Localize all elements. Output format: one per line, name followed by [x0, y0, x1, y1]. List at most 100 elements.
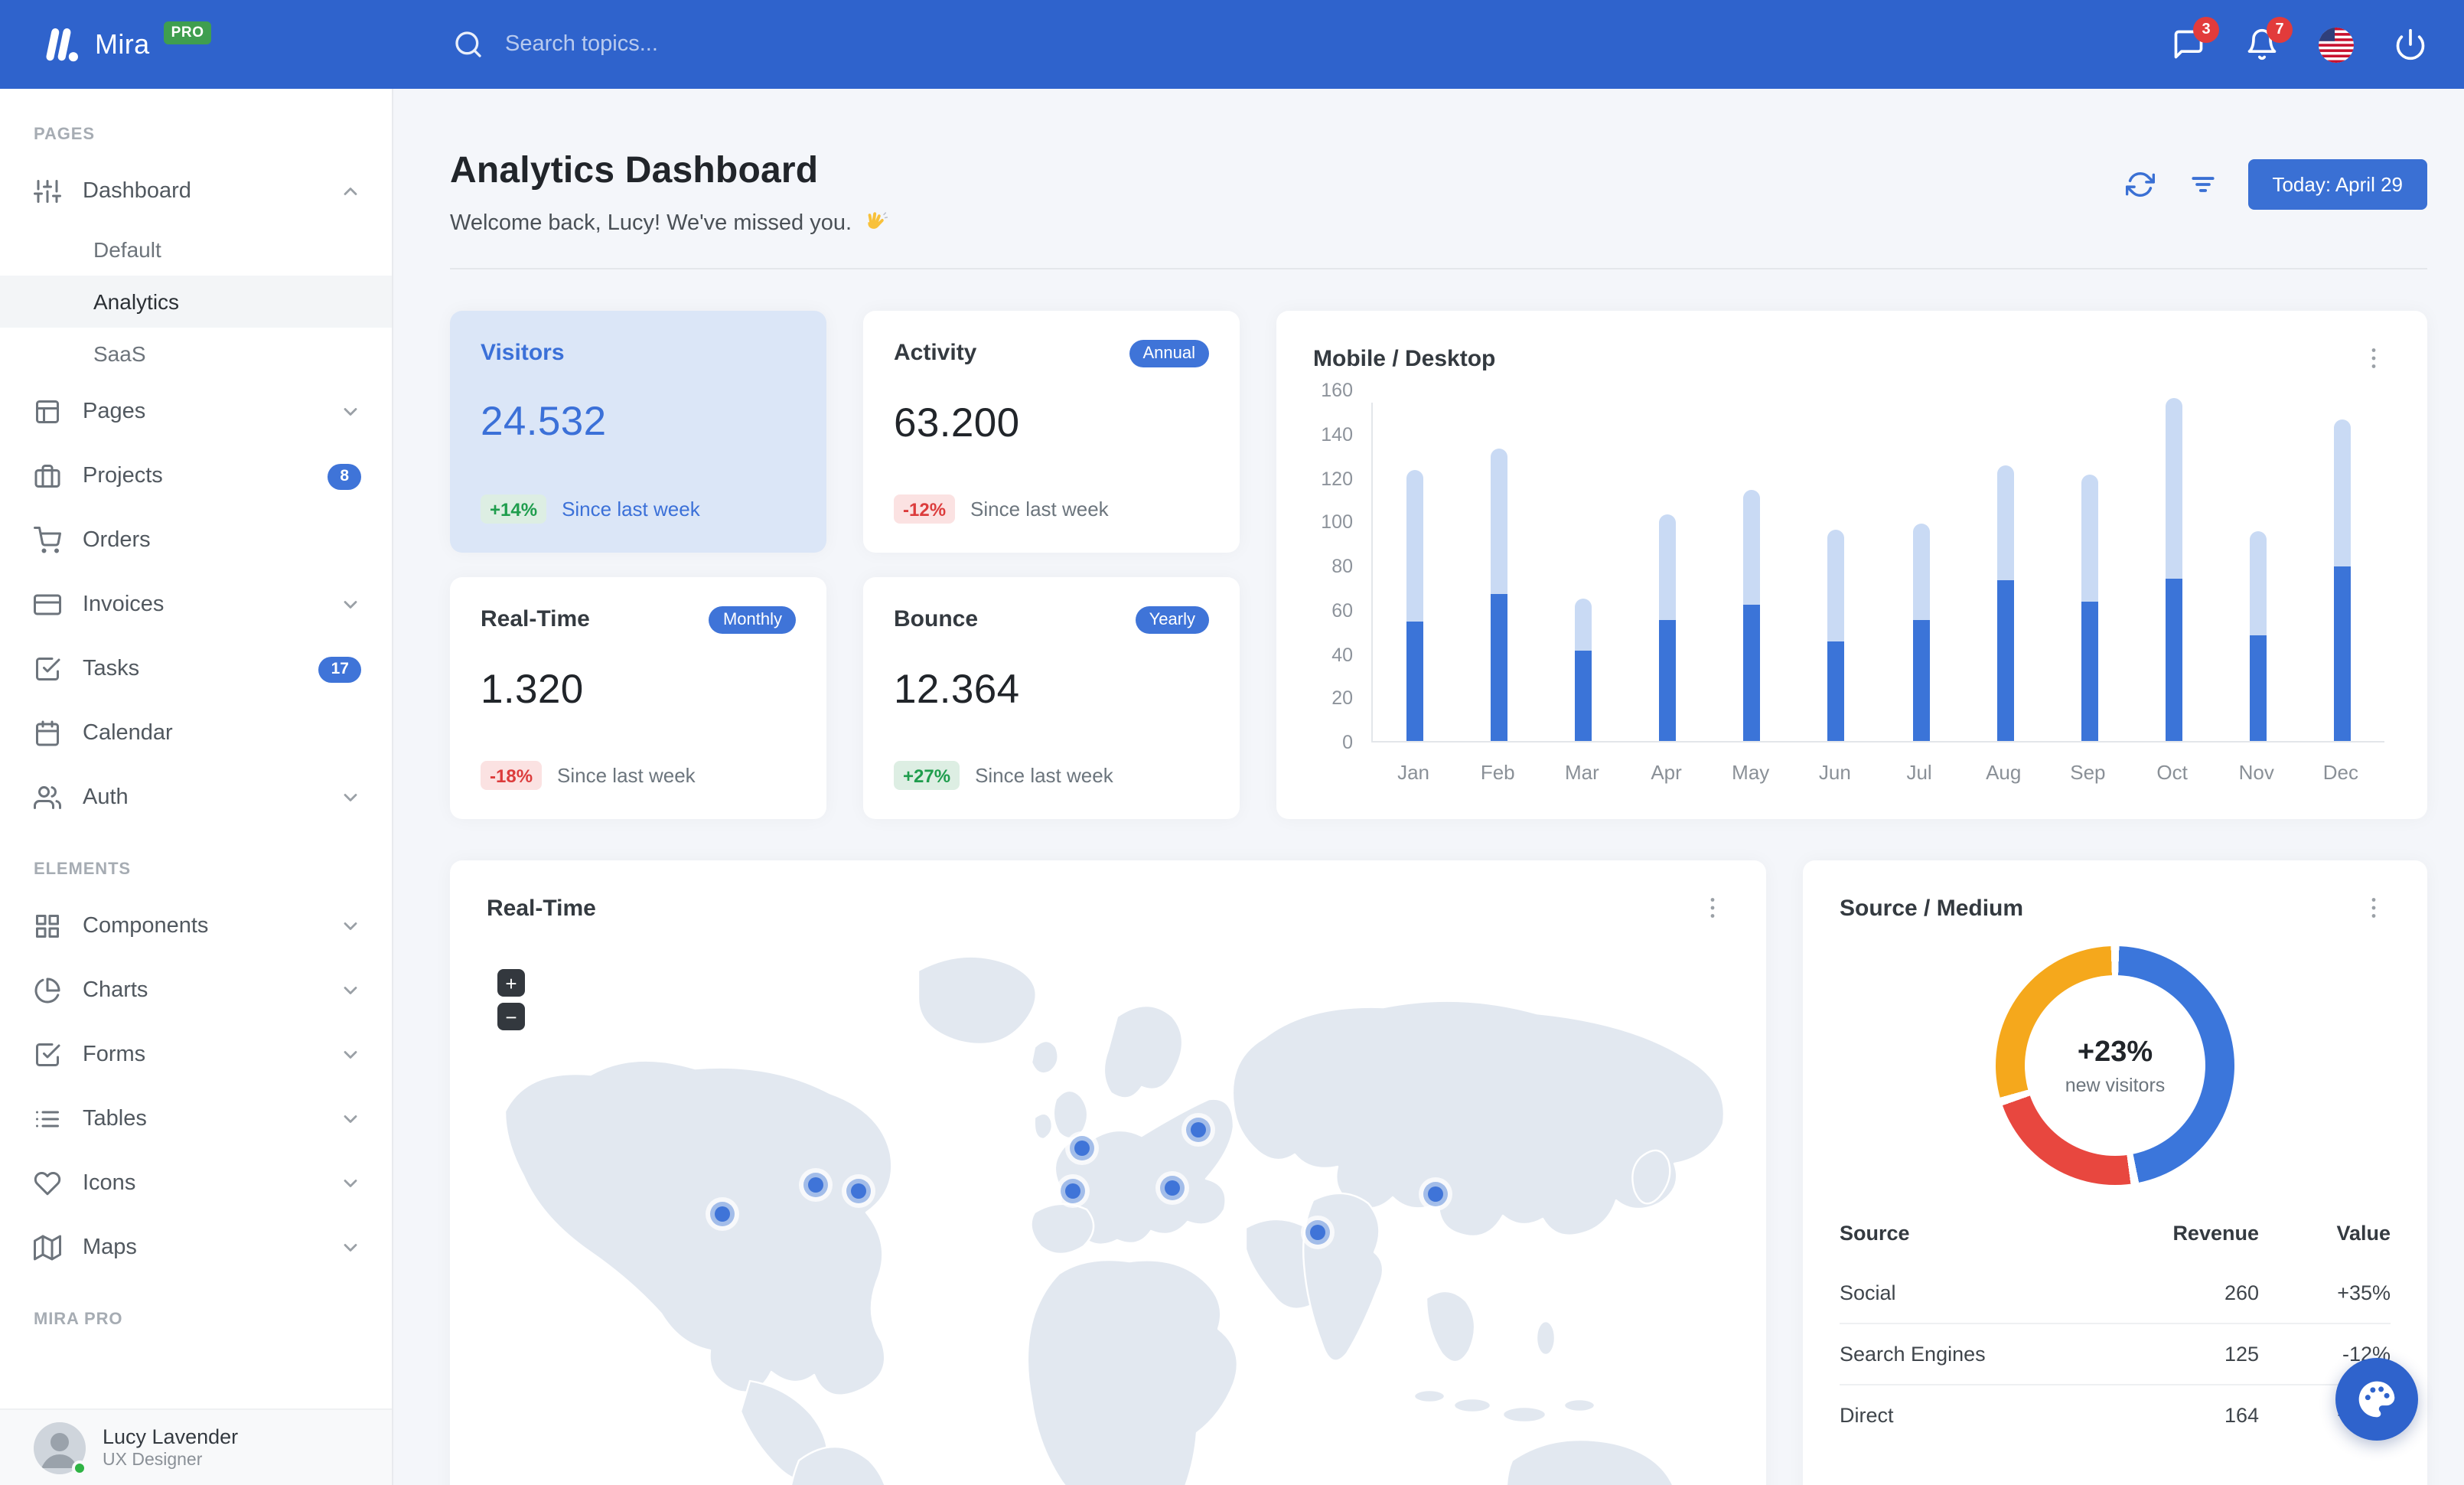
- sidebar-subitem-default[interactable]: Default: [0, 224, 392, 276]
- x-axis-tick-label: Oct: [2156, 761, 2188, 784]
- chevron-down-icon: [344, 408, 357, 416]
- visitors-stat-card: Visitors 24.532 +14% Since last week: [450, 311, 826, 553]
- visitor-map-marker: [1419, 1177, 1453, 1211]
- sidebar-item-forms[interactable]: Forms: [0, 1023, 392, 1087]
- chevron-down-icon: [344, 601, 357, 609]
- sidebar-item-maps[interactable]: Maps: [0, 1216, 392, 1280]
- card-title: Real-Time: [487, 895, 596, 921]
- notifications-button[interactable]: 7: [2245, 17, 2293, 61]
- stat-caption: Since last week: [562, 498, 700, 521]
- chevron-up-icon: [344, 188, 357, 195]
- welcome-message: Welcome back, Lucy! We've missed you.: [450, 210, 888, 236]
- source-medium-card: Source / Medium +23% new visitors Source…: [1803, 860, 2427, 1485]
- bounce-stat-card: Bounce Yearly 12.364 +27% Since last week: [863, 577, 1240, 819]
- theme-settings-fab[interactable]: [2335, 1358, 2418, 1441]
- refresh-button[interactable]: [2122, 167, 2157, 202]
- sidebar-item-projects[interactable]: Projects 8: [0, 444, 392, 508]
- visitor-map-marker: [799, 1167, 833, 1202]
- table-row: Search Engines 125 -12%: [1840, 1323, 2391, 1385]
- stat-period-badge[interactable]: Monthly: [709, 606, 796, 634]
- sign-out-button[interactable]: [2394, 28, 2427, 61]
- card-menu-button[interactable]: [2357, 341, 2391, 375]
- chevron-down-icon: [344, 1051, 357, 1059]
- stat-value: 12.364: [894, 666, 1020, 712]
- credit-card-icon: [34, 594, 61, 615]
- sidebar-subitem-analytics[interactable]: Analytics: [0, 276, 392, 328]
- filter-icon: [2191, 177, 2215, 192]
- stats-grid: Visitors 24.532 +14% Since last week Activit…: [450, 311, 1240, 819]
- messages-button[interactable]: 3: [2172, 17, 2219, 61]
- y-axis-tick-label: 60: [1331, 599, 1353, 622]
- y-axis-tick-label: 160: [1321, 380, 1353, 401]
- sidebar-item-pages[interactable]: Pages: [0, 380, 392, 444]
- sidebar-item-label: Components: [83, 914, 209, 938]
- filter-button[interactable]: [2185, 167, 2220, 202]
- sidebar-section-label: PAGES: [34, 126, 95, 144]
- sidebar-item-calendar[interactable]: Calendar: [0, 701, 392, 765]
- revenue-cell: 260: [2224, 1281, 2259, 1304]
- language-button[interactable]: [2319, 27, 2354, 62]
- stat-value: 1.320: [481, 666, 584, 712]
- grid-icon: [36, 915, 59, 938]
- sidebar-item-charts[interactable]: Charts: [0, 958, 392, 1023]
- map-zoom-in-button[interactable]: +: [497, 969, 525, 997]
- y-axis-tick-label: 20: [1331, 687, 1353, 710]
- sidebar-subitem-saas[interactable]: SaaS: [0, 328, 392, 380]
- bar-jun: [1827, 530, 1845, 741]
- y-axis-tick-label: 80: [1331, 556, 1353, 577]
- sidebar-item-label: Charts: [83, 978, 148, 1003]
- stat-value: 24.532: [481, 398, 607, 444]
- stat-delta-chip: -18%: [481, 761, 543, 790]
- y-axis-tick-label: 40: [1331, 644, 1353, 665]
- brand[interactable]: Mira PRO: [0, 21, 393, 65]
- stat-caption: Since last week: [975, 764, 1113, 787]
- sidebar-item-label: Icons: [83, 1171, 136, 1196]
- power-icon: [2394, 28, 2427, 61]
- sidebar-item-icons[interactable]: Icons: [0, 1151, 392, 1216]
- bar-jan: [1406, 470, 1424, 741]
- sidebar-item-label: Calendar: [83, 721, 173, 746]
- card-menu-button[interactable]: [1696, 891, 1729, 925]
- x-axis-tick-label: Mar: [1565, 761, 1599, 784]
- x-axis-tick-label: Aug: [1986, 761, 2022, 784]
- sidebar: PAGES Dashboard Default Analytics SaaS Pages P…: [0, 89, 393, 1485]
- list-icon: [36, 1111, 59, 1128]
- stat-value: 63.200: [894, 400, 1020, 445]
- sidebar-item-label: Dashboard: [83, 179, 191, 204]
- messages-badge: 3: [2193, 17, 2219, 43]
- bar-apr: [1659, 514, 1677, 741]
- sidebar-item-tasks[interactable]: Tasks 17: [0, 637, 392, 701]
- sidebar-user[interactable]: Lucy Lavender UX Designer: [0, 1408, 392, 1485]
- stat-title: Visitors: [481, 340, 565, 366]
- pie-chart-icon: [34, 977, 60, 1004]
- map-zoom-out-button[interactable]: −: [497, 1003, 525, 1030]
- map-icon: [34, 1235, 61, 1261]
- card-title: Source / Medium: [1840, 895, 2024, 921]
- column-header: Source: [1840, 1222, 1910, 1245]
- sidebar-item-invoices[interactable]: Invoices: [0, 573, 392, 637]
- check-square-icon: [36, 1043, 60, 1066]
- cart-icon: [34, 527, 61, 553]
- sidebar-item-components[interactable]: Components: [0, 894, 392, 958]
- stat-period-badge[interactable]: Annual: [1129, 340, 1209, 367]
- realtime-map-card: Real-Time + −: [450, 860, 1766, 1485]
- y-axis-tick-label: 100: [1321, 511, 1353, 534]
- sidebar-item-dashboard[interactable]: Dashboard: [0, 159, 392, 224]
- search-input[interactable]: [502, 31, 869, 58]
- chevron-down-icon: [344, 1244, 357, 1252]
- card-menu-button[interactable]: [2357, 891, 2391, 925]
- sidebar-item-auth[interactable]: Auth: [0, 765, 392, 830]
- today-button[interactable]: Today: April 29: [2247, 159, 2427, 210]
- revenue-cell: 164: [2112, 1384, 2259, 1445]
- stat-period-badge[interactable]: Yearly: [1135, 606, 1209, 634]
- briefcase-icon: [34, 465, 60, 488]
- sidebar-item-tables[interactable]: Tables: [0, 1087, 392, 1151]
- x-axis-tick-label: Apr: [1651, 761, 1682, 784]
- sidebar-item-orders[interactable]: Orders: [0, 508, 392, 573]
- chevron-down-icon: [344, 987, 357, 994]
- sidebar-item-label: Auth: [83, 785, 129, 810]
- x-axis-tick-label: Jan: [1397, 761, 1430, 784]
- page-header: Analytics Dashboard Welcome back, Lucy! …: [450, 150, 2427, 236]
- mobile-desktop-bar-chart: 0 20 40 60 80 100 120 140 160 Jan Feb Mar Apr May Jun J…: [1313, 380, 2391, 788]
- avatar: [34, 1421, 87, 1475]
